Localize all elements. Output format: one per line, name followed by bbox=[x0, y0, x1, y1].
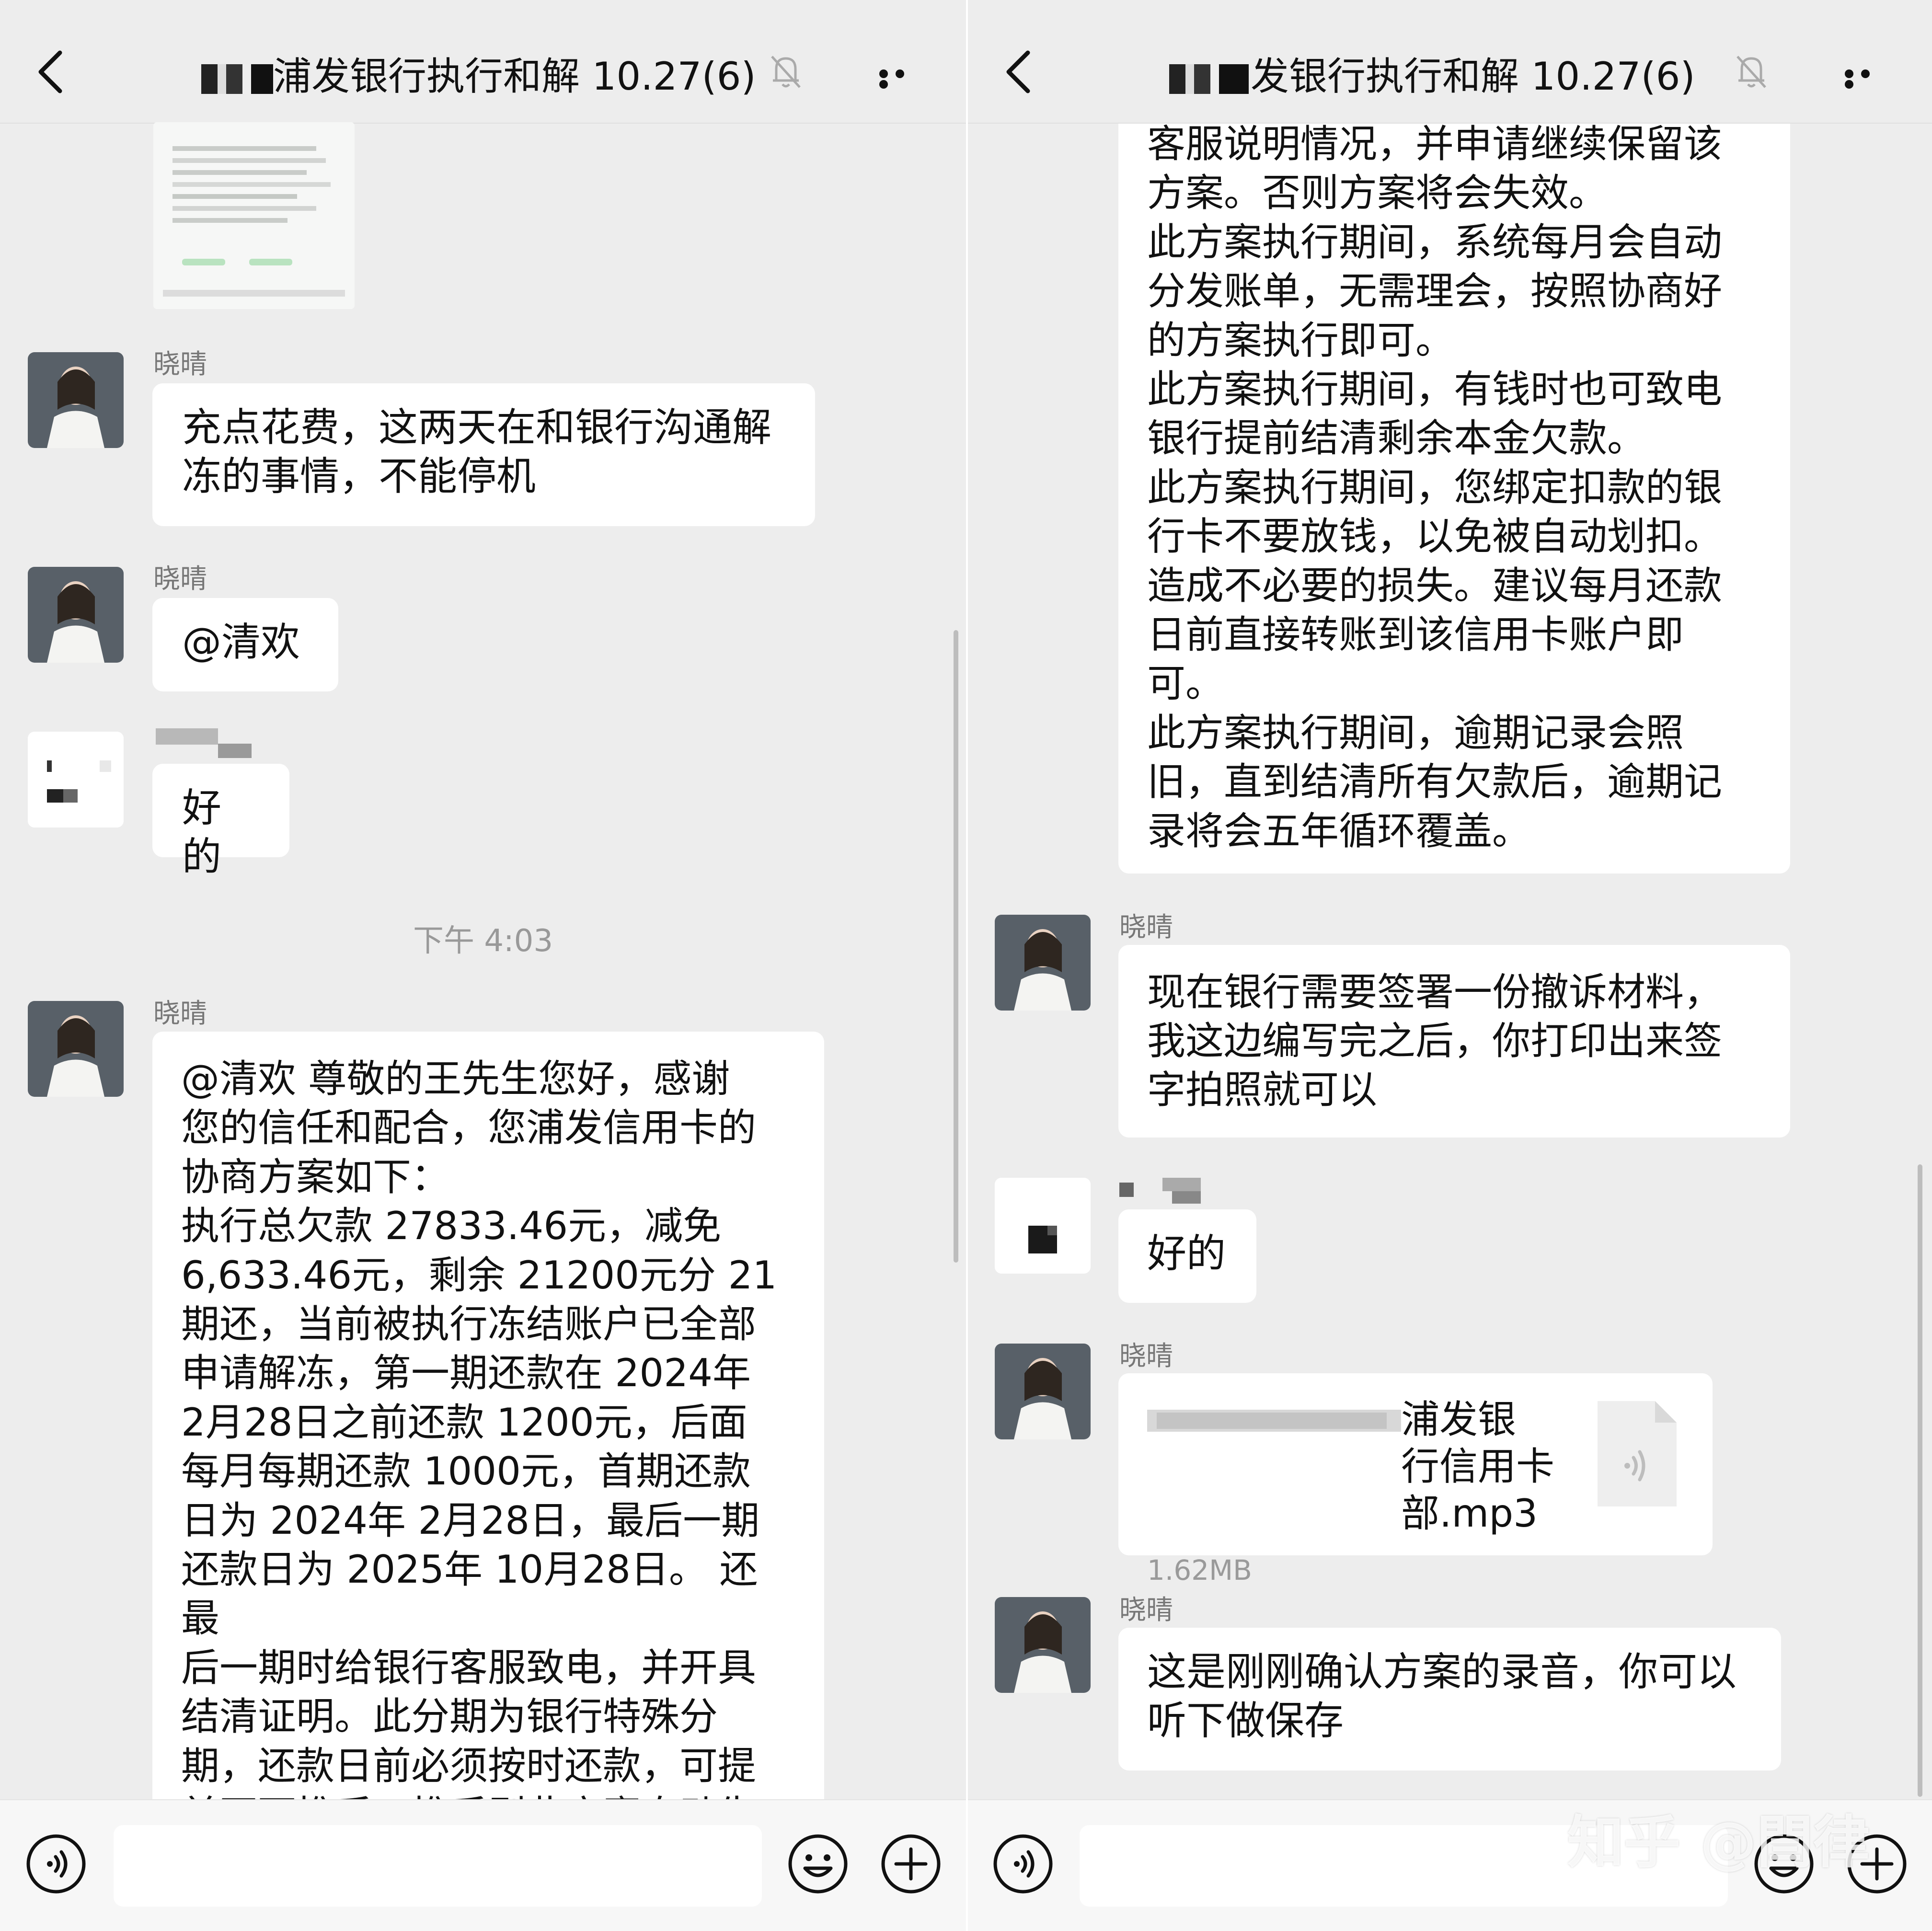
chat-title[interactable]: 发银行执行和解 10.27(6) bbox=[1169, 46, 1695, 101]
file-size: 1.62MB bbox=[1147, 1554, 1252, 1586]
scrollbar[interactable] bbox=[1918, 1164, 1922, 1797]
emoji-icon[interactable] bbox=[787, 1833, 849, 1895]
bell-off-icon bbox=[1736, 56, 1766, 88]
message-text: 现在银行需要签署一份撤诉材料， 我这边编写完之后，你打印出来签 字拍照就可以 bbox=[1147, 970, 1722, 1112]
message-input[interactable] bbox=[114, 1825, 762, 1907]
avatar-photo bbox=[28, 567, 124, 663]
scrollbar[interactable] bbox=[954, 630, 958, 1263]
chat-header: 浦发银行执行和解 10.27(6) bbox=[0, 0, 966, 124]
input-bar: 知乎 @閆律 bbox=[968, 1799, 1932, 1931]
voice-icon[interactable] bbox=[25, 1833, 87, 1895]
bell-off-icon bbox=[771, 56, 801, 88]
message-text: 客服说明情况，并申请继续保留该 方案。否则方案将会失效。 此方案执行期间，系统每… bbox=[1147, 122, 1722, 853]
avatar[interactable] bbox=[995, 1344, 1091, 1439]
message-text: @清欢 尊敬的王先生您好，感谢 您的信任和配合，您浦发信用卡的 协商方案如下： … bbox=[181, 1057, 777, 1837]
avatar[interactable] bbox=[28, 567, 124, 663]
chat-title[interactable]: 浦发银行执行和解 10.27(6) bbox=[201, 46, 756, 101]
message-text: @清欢 bbox=[182, 620, 300, 665]
redacted-name bbox=[156, 728, 252, 758]
chat-window-left: 浦发银行执行和解 10.27(6) 晓晴 充点花费，这两天在和银行沟通解 冻的事… bbox=[0, 0, 966, 1931]
redacted-mark bbox=[1169, 64, 1241, 94]
voice-icon[interactable] bbox=[992, 1833, 1054, 1895]
avatar[interactable] bbox=[28, 352, 124, 448]
chevron-left-icon[interactable] bbox=[34, 48, 67, 96]
redacted-name bbox=[1119, 1178, 1201, 1204]
message-text: 好的 bbox=[1147, 1231, 1226, 1276]
screenshot-image bbox=[153, 122, 355, 309]
avatar[interactable] bbox=[995, 915, 1091, 1011]
image-thumbnail[interactable] bbox=[153, 122, 355, 309]
message-bubble[interactable]: 好的 bbox=[1118, 1209, 1256, 1303]
more-dots-icon[interactable] bbox=[1845, 69, 1893, 89]
message-bubble[interactable]: 这是刚刚确认方案的录音，你可以 听下做保存 bbox=[1118, 1628, 1781, 1770]
avatar-photo bbox=[995, 1344, 1091, 1439]
chat-window-right: 客服说明情况，并申请继续保留该 方案。否则方案将会失效。 此方案执行期间，系统每… bbox=[968, 0, 1932, 1931]
avatar-photo bbox=[995, 915, 1091, 1011]
sender-name: 晓晴 bbox=[153, 349, 207, 380]
sender-name: 晓晴 bbox=[153, 998, 207, 1029]
sender-name: 晓晴 bbox=[1119, 912, 1173, 943]
input-bar bbox=[0, 1799, 966, 1931]
message-bubble[interactable]: 客服说明情况，并申请继续保留该 方案。否则方案将会失效。 此方案执行期间，系统每… bbox=[1118, 48, 1790, 874]
avatar-photo bbox=[28, 352, 124, 448]
watermark: 知乎 @閆律 bbox=[1567, 1809, 1870, 1875]
sender-name: 晓晴 bbox=[1119, 1595, 1173, 1626]
redacted-avatar bbox=[28, 732, 124, 828]
more-dots-icon[interactable] bbox=[879, 69, 927, 89]
message-text: 这是刚刚确认方案的录音，你可以 听下做保存 bbox=[1147, 1649, 1737, 1744]
avatar-photo bbox=[995, 1597, 1091, 1693]
sender-name: 晓晴 bbox=[153, 563, 207, 595]
message-bubble[interactable]: 好的 bbox=[152, 764, 289, 880]
message-text: 充点花费，这两天在和银行沟通解 冻的事情，不能停机 bbox=[182, 405, 772, 499]
sender-name: 晓晴 bbox=[1119, 1341, 1173, 1372]
file-message-card[interactable]: 浦发银 行信用卡部.mp3 1.62MB bbox=[1118, 1373, 1713, 1586]
redacted-avatar bbox=[995, 1178, 1091, 1274]
avatar[interactable] bbox=[28, 1001, 124, 1097]
avatar[interactable] bbox=[995, 1178, 1091, 1274]
message-bubble[interactable]: 现在银行需要签署一份撤诉材料， 我这边编写完之后，你打印出来签 字拍照就可以 bbox=[1118, 945, 1790, 1138]
avatar[interactable] bbox=[28, 732, 124, 828]
message-bubble[interactable]: @清欢 尊敬的王先生您好，感谢 您的信任和配合，您浦发信用卡的 协商方案如下： … bbox=[152, 1032, 824, 1837]
chevron-left-icon[interactable] bbox=[1001, 48, 1035, 96]
avatar[interactable] bbox=[995, 1597, 1091, 1693]
chat-header: 发银行执行和解 10.27(6) bbox=[968, 0, 1932, 124]
message-bubble[interactable]: @清欢 bbox=[152, 598, 338, 691]
redacted-mark bbox=[1241, 64, 1249, 94]
message-text: 好的 bbox=[182, 785, 222, 880]
avatar-photo bbox=[28, 1001, 124, 1097]
redacted-file-prefix bbox=[1147, 1400, 1401, 1440]
audio-file-icon bbox=[1598, 1401, 1677, 1506]
message-bubble[interactable]: 充点花费，这两天在和银行沟通解 冻的事情，不能停机 bbox=[152, 383, 815, 526]
time-separator: 下午 4:03 bbox=[413, 923, 553, 959]
plus-icon[interactable] bbox=[880, 1833, 942, 1895]
redacted-mark bbox=[201, 64, 273, 94]
